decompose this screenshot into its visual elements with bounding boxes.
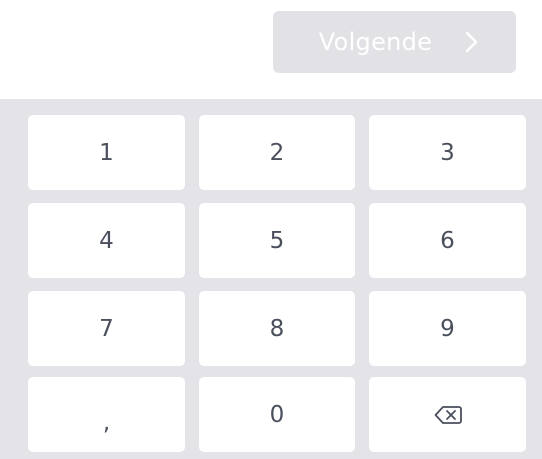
key-0[interactable]: 0 [199, 377, 355, 452]
key-5-label: 5 [269, 227, 285, 254]
key-6-label: 6 [440, 227, 455, 254]
key-1[interactable]: 1 [28, 115, 185, 190]
key-4-label: 4 [99, 227, 114, 254]
numeric-entry-screen: Volgende 1 2 3 4 5 6 7 8 9 , 0 [0, 0, 542, 459]
chevron-right-icon [462, 30, 480, 54]
key-2[interactable]: 2 [199, 115, 355, 190]
backspace-icon [434, 405, 462, 425]
key-7[interactable]: 7 [28, 291, 185, 366]
key-3[interactable]: 3 [369, 115, 526, 190]
key-decimal-comma-label: , [102, 409, 111, 436]
backspace-key[interactable] [369, 377, 526, 452]
key-3-label: 3 [440, 139, 455, 166]
numeric-keypad: 1 2 3 4 5 6 7 8 9 , 0 [0, 99, 542, 459]
key-5[interactable]: 5 [199, 203, 355, 278]
key-1-label: 1 [99, 139, 114, 166]
key-4[interactable]: 4 [28, 203, 185, 278]
key-0-label: 0 [269, 401, 285, 428]
key-8[interactable]: 8 [199, 291, 355, 366]
next-button-label: Volgende [318, 28, 433, 56]
next-button[interactable]: Volgende [273, 11, 516, 73]
key-6[interactable]: 6 [369, 203, 526, 278]
key-9[interactable]: 9 [369, 291, 526, 366]
key-2-label: 2 [269, 139, 285, 166]
key-decimal-comma[interactable]: , [28, 377, 185, 452]
key-8-label: 8 [269, 315, 285, 342]
key-9-label: 9 [440, 315, 455, 342]
key-7-label: 7 [99, 315, 114, 342]
